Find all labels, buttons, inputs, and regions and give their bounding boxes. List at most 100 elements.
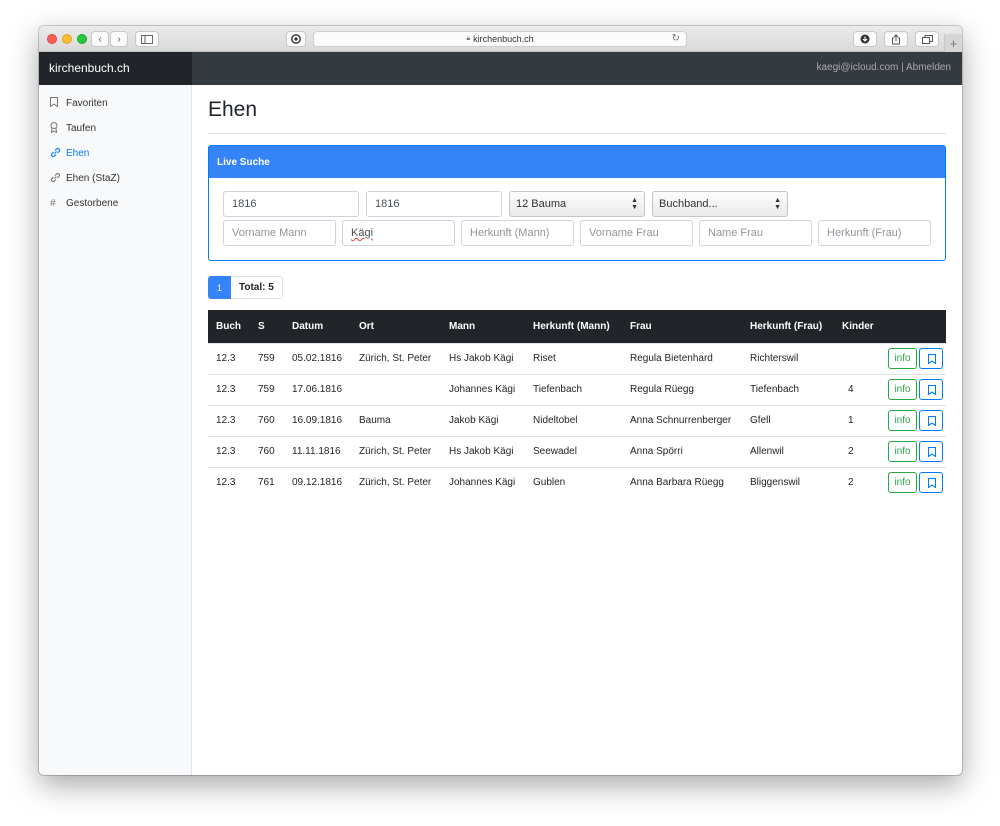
bookmark-button[interactable]	[919, 348, 943, 369]
column-header-ort[interactable]: Ort	[351, 310, 441, 343]
herkunft-frau-input[interactable]: Herkunft (Frau)	[818, 220, 931, 246]
table-row: 12.3 761 09.12.1816 Zürich, St. Peter Jo…	[208, 466, 946, 498]
back-button[interactable]: ‹	[91, 31, 109, 47]
cell-frau: Anna Barbara Rüegg	[622, 466, 742, 498]
award-icon	[50, 121, 64, 136]
cell-herkunft-mann: Seewadel	[525, 435, 622, 467]
cell-frau: Anna Schnurrenberger	[622, 404, 742, 436]
logout-link[interactable]: Abmelden	[906, 62, 951, 73]
cell-herkunft-frau: Bliggenswil	[742, 466, 834, 498]
bookmark-icon	[50, 97, 64, 110]
sidebar-item-label: Ehen	[66, 148, 90, 159]
vorname-mann-input[interactable]: Vorname Mann	[223, 220, 336, 246]
bookmark-button[interactable]	[919, 379, 943, 400]
cell-herkunft-frau: Allenwil	[742, 435, 834, 467]
tabs-overview-button[interactable]	[915, 31, 939, 47]
herkunft-mann-input[interactable]: Herkunft (Mann)	[461, 220, 574, 246]
plus-icon: +	[949, 35, 958, 51]
year-from-input[interactable]: 1816	[223, 191, 359, 217]
privacy-report-button[interactable]	[286, 31, 306, 47]
sidebar-item-ehen[interactable]: Ehen	[39, 141, 191, 166]
ort-select-value: 12 Bauma	[516, 198, 567, 210]
cell-herkunft-mann: Nideltobel	[525, 404, 622, 436]
sidebar-item-label: Ehen (StaZ)	[66, 173, 120, 184]
cell-herkunft-mann: Gublen	[525, 466, 622, 498]
cell-buch: 12.3	[208, 466, 250, 498]
tabs-icon	[921, 34, 933, 44]
sidebar-item-label: Favoriten	[66, 98, 108, 109]
sidebar-item-ehen-staz[interactable]: Ehen (StaZ)	[39, 166, 191, 191]
sidebar-item-gestorbene[interactable]: # Gestorbene	[39, 191, 191, 216]
column-header-mann[interactable]: Mann	[441, 310, 525, 343]
nav-separator: |	[898, 62, 906, 73]
cell-frau: Regula Bietenhard	[622, 342, 742, 374]
cell-s: 759	[250, 342, 284, 374]
sidebar-item-taufen[interactable]: Taufen	[39, 116, 191, 141]
cell-buch: 12.3	[208, 373, 250, 405]
bookmark-button[interactable]	[919, 472, 943, 494]
sidebar-item-label: Taufen	[66, 123, 97, 134]
sidebar-toggle-button[interactable]	[135, 31, 159, 47]
share-button[interactable]	[884, 31, 908, 47]
sidebar-item-favoriten[interactable]: Favoriten	[39, 91, 191, 116]
results-table: Buch S Datum Ort Mann Herkunft (Mann) Fr…	[208, 310, 946, 498]
minimize-window-button[interactable]	[62, 34, 72, 44]
info-button[interactable]: info	[888, 441, 917, 462]
table-row: 12.3 760 16.09.1816 Bauma Jakob Kägi Nid…	[208, 404, 946, 436]
select-arrows-icon: ▲ ▼	[631, 197, 638, 211]
reload-icon[interactable]: ↻	[672, 33, 680, 44]
info-button[interactable]: info	[888, 379, 917, 400]
sidebar-item-label: Gestorbene	[66, 198, 119, 209]
column-header-s[interactable]: S	[250, 310, 284, 343]
ort-select[interactable]: 12 Bauma ▲ ▼	[509, 191, 645, 217]
cell-mann: Hs Jakob Kägi	[441, 435, 525, 467]
cell-actions: info	[880, 466, 946, 498]
user-email-link[interactable]: kaegi@icloud.com	[817, 62, 899, 73]
bookmark-button[interactable]	[919, 441, 943, 462]
new-tab-button[interactable]: +	[944, 34, 962, 52]
live-search-header: Live Suche	[209, 146, 945, 178]
cell-actions: info	[880, 373, 946, 405]
bookmark-icon	[928, 478, 936, 489]
bookmark-button[interactable]	[919, 410, 943, 431]
total-count: Total: 5	[231, 276, 283, 299]
cell-actions: info	[880, 342, 946, 374]
cell-herkunft-mann: Tiefenbach	[525, 373, 622, 405]
cell-herkunft-frau: Richterswil	[742, 342, 834, 374]
brand-link[interactable]: kirchenbuch.ch	[39, 52, 192, 85]
column-header-herkunft-frau[interactable]: Herkunft (Frau)	[742, 310, 834, 343]
column-header-herkunft-mann[interactable]: Herkunft (Mann)	[525, 310, 622, 343]
name-mann-value: Kägi	[351, 227, 374, 239]
column-header-buch[interactable]: Buch	[208, 310, 250, 343]
name-mann-input[interactable]: Kägi	[342, 220, 455, 246]
buchband-select[interactable]: Buchband... ▲ ▼	[652, 191, 788, 217]
column-header-kinder[interactable]: Kinder	[834, 310, 880, 343]
info-button[interactable]: info	[888, 348, 917, 369]
vorname-frau-input[interactable]: Vorname Frau	[580, 220, 693, 246]
cell-actions: info	[880, 435, 946, 467]
buchband-select-value: Buchband...	[659, 198, 718, 210]
cell-buch: 12.3	[208, 342, 250, 374]
column-header-frau[interactable]: Frau	[622, 310, 742, 343]
chevron-left-icon: ‹	[98, 33, 102, 45]
column-header-datum[interactable]: Datum	[284, 310, 351, 343]
info-button[interactable]: info	[888, 410, 917, 431]
forward-button[interactable]: ›	[110, 31, 128, 47]
cell-mann: Hs Jakob Kägi	[441, 342, 525, 374]
maximize-window-button[interactable]	[77, 34, 87, 44]
address-bar[interactable]: 🔒︎ kirchenbuch.ch ↻	[313, 31, 687, 47]
pagination: 1 Total: 5	[208, 276, 946, 299]
cell-s: 761	[250, 466, 284, 498]
page-1-button[interactable]: 1	[208, 276, 231, 299]
close-window-button[interactable]	[47, 34, 57, 44]
downloads-button[interactable]	[853, 31, 877, 47]
info-button[interactable]: info	[888, 472, 917, 494]
top-navbar: kirchenbuch.ch kaegi@icloud.com | Abmeld…	[39, 52, 962, 85]
cell-herkunft-mann: Riset	[525, 342, 622, 374]
year-to-input[interactable]: 1816	[366, 191, 502, 217]
name-frau-input[interactable]: Name Frau	[699, 220, 812, 246]
cell-kinder: 1	[834, 404, 880, 436]
cell-s: 759	[250, 373, 284, 405]
privacy-icon	[291, 34, 301, 44]
cell-kinder: 4	[834, 373, 880, 405]
